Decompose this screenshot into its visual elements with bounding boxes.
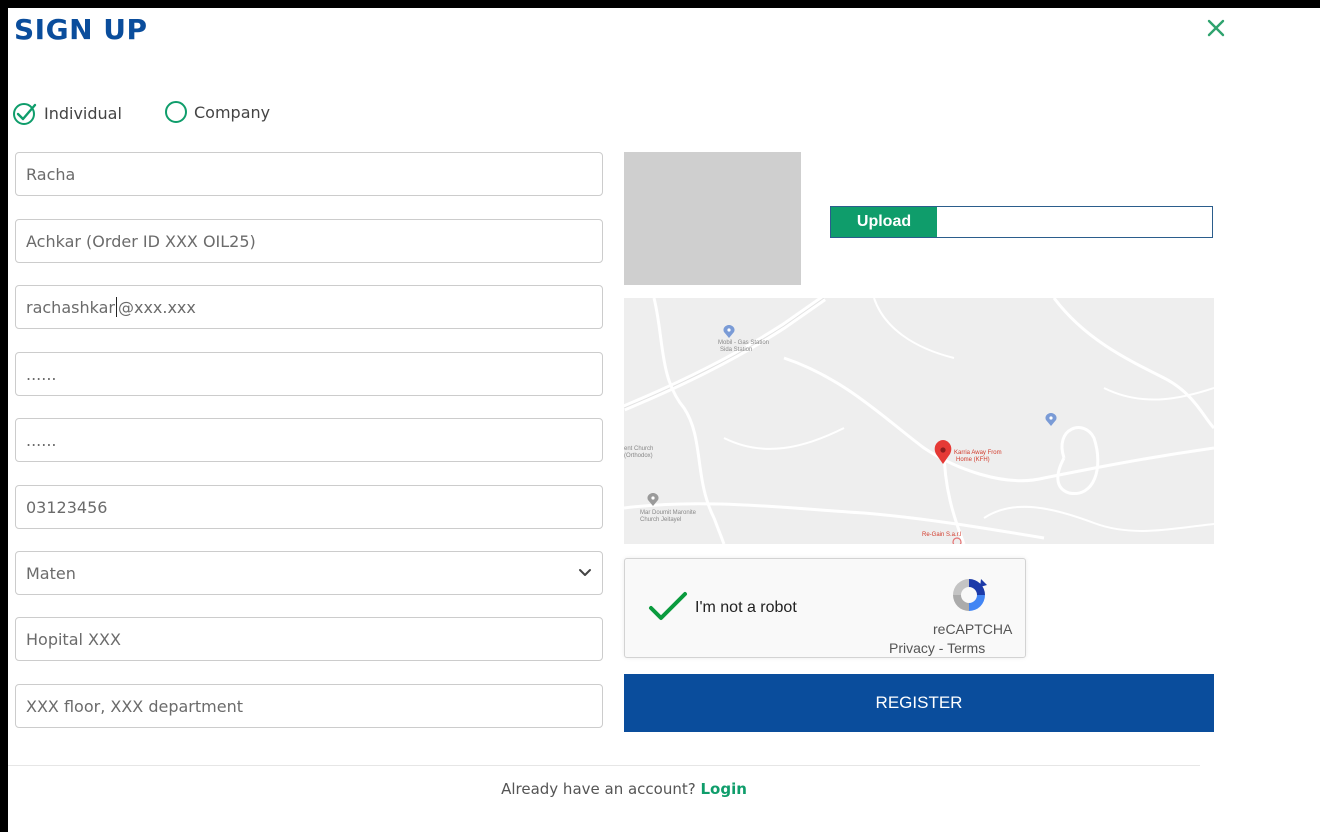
radio-circle-icon — [165, 101, 187, 123]
map-label: Karria Away From — [954, 450, 1002, 456]
organization-field[interactable]: Hopital XXX — [15, 617, 603, 661]
address-detail-field[interactable]: XXX floor, XXX department — [15, 684, 603, 728]
last-name-field[interactable]: Achkar (Order ID XXX OIL25) — [15, 219, 603, 263]
email-value-end: @xxx.xxx — [117, 297, 196, 317]
radio-company-label: Company — [194, 102, 271, 122]
map-label: ent Church — [624, 446, 654, 452]
map-label: Mar Doumit Maronite — [640, 510, 697, 516]
email-value-start: rachashkar — [26, 297, 115, 317]
radio-individual[interactable]: Individual — [12, 100, 122, 126]
divider — [8, 765, 1200, 766]
location-map[interactable]: Mobil - Gas Station Sida Station ent Chu… — [624, 298, 1214, 544]
check-circle-icon — [13, 103, 37, 125]
map-label: Re-Gain S.a.r.l — [922, 532, 962, 538]
phone-field[interactable]: 03123456 — [15, 485, 603, 529]
chevron-down-icon — [579, 569, 591, 576]
map-label: Church Jeitayel — [640, 517, 682, 523]
phone-value: 03123456 — [26, 497, 108, 517]
radio-individual-label: Individual — [44, 103, 122, 123]
radio-company[interactable]: Company — [164, 100, 270, 124]
region-select-value: Maten — [26, 563, 76, 583]
last-name-value: Achkar (Order ID XXX OIL25) — [26, 231, 256, 251]
close-button[interactable] — [1204, 16, 1228, 40]
recaptcha-logo-icon — [947, 573, 991, 622]
checkmark-icon — [649, 592, 687, 620]
first-name-value: Racha — [26, 164, 76, 184]
recaptcha-label: I'm not a robot — [695, 599, 797, 616]
recaptcha-links[interactable]: Privacy - Terms — [889, 640, 985, 656]
register-button[interactable]: REGISTER — [624, 674, 1214, 732]
profile-image-placeholder — [624, 152, 801, 285]
upload-control[interactable]: Upload — [830, 206, 1213, 238]
page-title: SIGN UP — [14, 13, 148, 46]
confirm-password-value: ...... — [26, 430, 57, 450]
recaptcha-widget: I'm not a robot reCAPTCHA Privacy - Term… — [624, 558, 1026, 658]
close-icon — [1207, 19, 1225, 37]
first-name-field[interactable]: Racha — [15, 152, 603, 196]
recaptcha-checkbox[interactable] — [647, 591, 689, 628]
login-link[interactable]: Login — [700, 780, 746, 798]
map-roads — [624, 298, 1214, 544]
password-value: ...... — [26, 364, 57, 384]
password-field[interactable]: ...... — [15, 352, 603, 396]
upload-button[interactable]: Upload — [831, 207, 937, 237]
footer-text: Already have an account? — [501, 780, 696, 798]
map-label: Sida Station — [720, 347, 753, 353]
confirm-password-field[interactable]: ...... — [15, 418, 603, 462]
email-field[interactable]: rachashkar @xxx.xxx — [15, 285, 603, 329]
footer: Already have an account? Login — [8, 780, 1240, 798]
map-label: (Orthodox) — [624, 453, 653, 459]
region-select[interactable]: Maten — [15, 551, 603, 595]
map-label: Home (KFH) — [956, 457, 990, 463]
signup-modal: SIGN UP Individual Company Racha Achkar … — [8, 8, 1320, 832]
recaptcha-brand: reCAPTCHA — [933, 621, 1013, 637]
text-cursor — [115, 297, 117, 317]
organization-value: Hopital XXX — [26, 629, 121, 649]
address-detail-value: XXX floor, XXX department — [26, 696, 243, 716]
map-label: Mobil - Gas Station — [718, 340, 770, 346]
